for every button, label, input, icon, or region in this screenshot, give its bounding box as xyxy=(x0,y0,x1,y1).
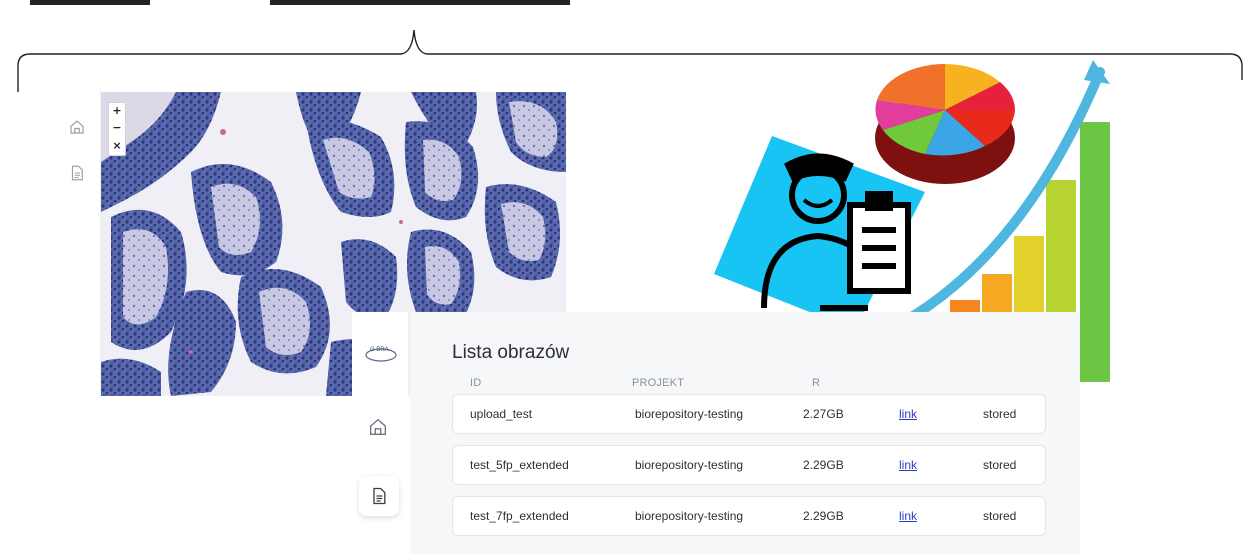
image-list-panel: Lista obrazów ID PROJEKT R upload_test b… xyxy=(410,312,1080,554)
zoom-controls: + − × xyxy=(108,102,126,156)
table-row[interactable]: test_5fp_extended biorepository-testing … xyxy=(452,445,1046,485)
page-title: Lista obrazów xyxy=(452,342,570,363)
cell-size: 2.29GB xyxy=(803,458,844,472)
home-icon[interactable] xyxy=(68,118,86,136)
home-icon[interactable] xyxy=(367,416,389,438)
column-header-id: ID xyxy=(470,377,482,389)
viewer-sidebar xyxy=(48,88,101,396)
app-logo-text: G BRA xyxy=(370,347,389,353)
cell-status: stored xyxy=(983,509,1017,523)
zoom-out-button[interactable]: − xyxy=(109,120,125,137)
cell-size: 2.29GB xyxy=(803,509,844,523)
document-icon[interactable] xyxy=(68,164,86,182)
cell-status: stored xyxy=(983,458,1017,472)
document-icon xyxy=(369,486,389,506)
cell-id: test_5fp_extended xyxy=(470,458,569,472)
cell-size: 2.27GB xyxy=(803,407,844,421)
cell-link[interactable]: link xyxy=(899,458,917,472)
documents-nav-button[interactable] xyxy=(359,476,399,516)
table-row[interactable]: test_7fp_extended biorepository-testing … xyxy=(452,496,1046,536)
cell-link[interactable]: link xyxy=(899,509,917,523)
pie-chart-icon xyxy=(875,64,1015,184)
cell-project: biorepository-testing xyxy=(635,407,744,421)
zoom-in-button[interactable]: + xyxy=(109,103,125,120)
cell-project: biorepository-testing xyxy=(635,509,744,523)
table-row[interactable]: upload_test biorepository-testing 2.27GB… xyxy=(452,394,1046,434)
cell-link[interactable]: link xyxy=(899,407,917,421)
cell-id: test_7fp_extended xyxy=(470,509,569,523)
column-header-project: PROJEKT xyxy=(632,377,685,389)
column-header-size: R xyxy=(812,377,821,389)
cell-project: biorepository-testing xyxy=(635,458,744,472)
cell-id: upload_test xyxy=(470,407,533,421)
cell-status: stored xyxy=(983,407,1017,421)
app-logo[interactable]: G BRA xyxy=(364,343,398,365)
zoom-reset-button[interactable]: × xyxy=(109,138,125,155)
